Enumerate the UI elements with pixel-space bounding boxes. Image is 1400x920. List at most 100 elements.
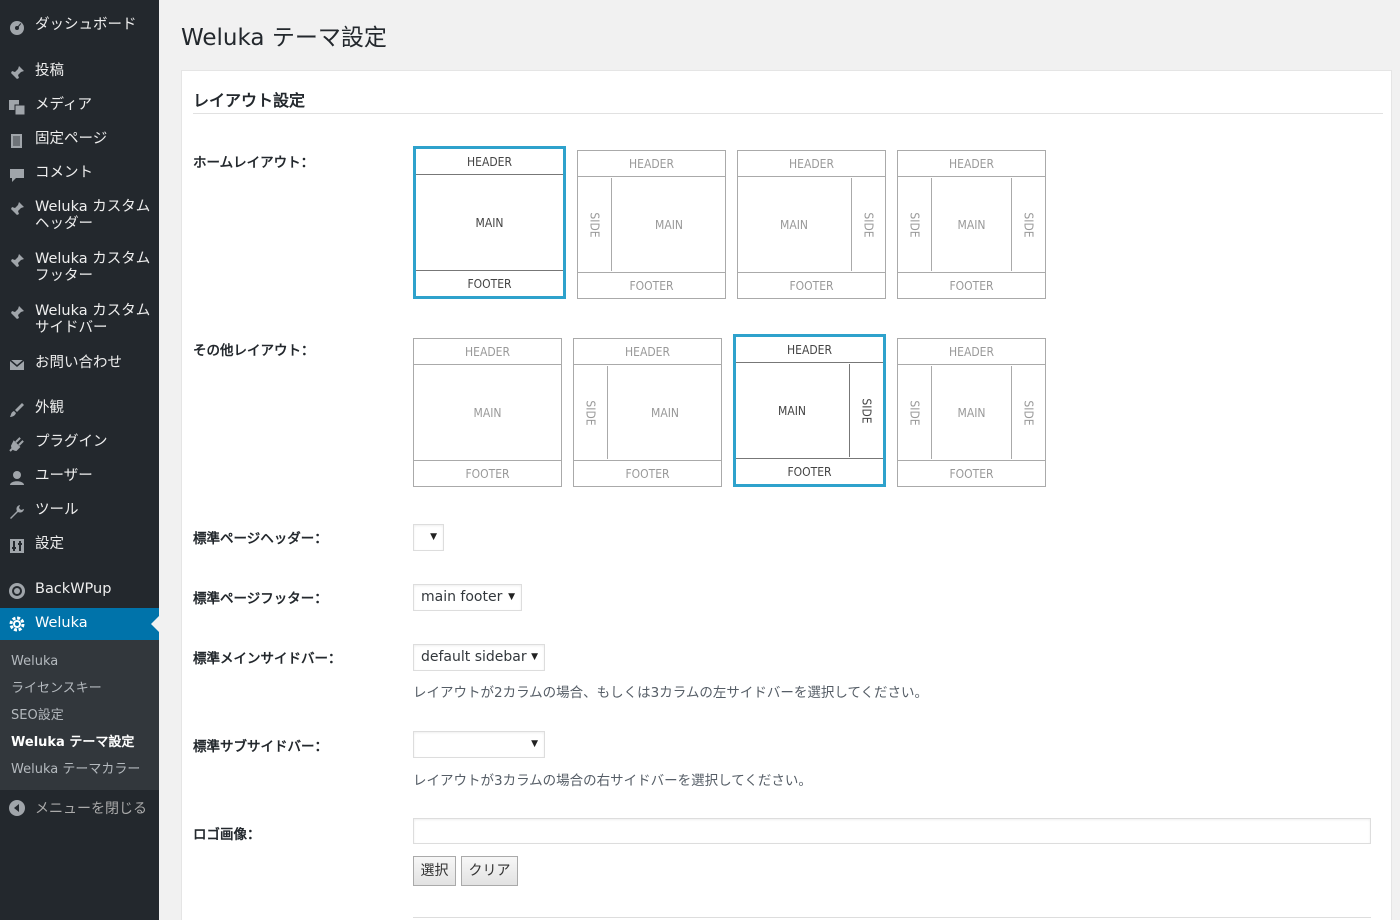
home-layout-option-both-sides[interactable]: HEADER SIDE MAIN SIDE FOOTER [897, 150, 1046, 299]
pin-icon [10, 306, 24, 320]
sidebar-item-label: Weluka カスタムヘッダー [35, 199, 151, 232]
section-title: レイアウト設定 [193, 91, 306, 110]
sidebar-item-label: お問い合わせ [35, 355, 122, 371]
submenu-item-theme-settings[interactable]: Weluka テーマ設定 [11, 735, 134, 751]
other-layout-option-1col[interactable]: HEADER MAIN FOOTER [413, 338, 562, 487]
clear-logo-button[interactable]: クリア [461, 856, 518, 886]
sidebar-item-label: 固定ページ [35, 131, 108, 147]
layout-main-region: MAIN [957, 217, 986, 232]
main-sidebar-label: 標準メインサイドバー： [193, 651, 342, 667]
sidebar-item-label: プラグイン [35, 434, 108, 450]
layout-footer-region: FOOTER [416, 270, 563, 296]
collapse-menu-button[interactable]: メニューを閉じる [0, 798, 159, 820]
sidebar-item-weluka[interactable]: Weluka [0, 608, 159, 640]
layout-header-region: HEADER [414, 339, 561, 365]
sidebar-item-label: 投稿 [35, 63, 64, 79]
wrench-icon [10, 505, 24, 519]
select-logo-button[interactable]: 選択 [413, 856, 456, 886]
sidebar-item-label: 外観 [35, 400, 64, 416]
layout-main-region: MAIN [780, 217, 808, 232]
pin-icon [10, 202, 24, 216]
active-menu-notch [151, 616, 159, 632]
layout-footer-region: FOOTER [736, 458, 883, 484]
layout-side-region: SIDE [1011, 366, 1045, 459]
settings-icon [10, 539, 24, 553]
layout-header-region: HEADER [898, 339, 1045, 365]
layout-side-region: SIDE [574, 366, 608, 459]
submenu-item-weluka[interactable]: Weluka [11, 654, 58, 670]
home-layout-option-left-side[interactable]: HEADER SIDE MAIN FOOTER [577, 150, 726, 299]
layout-main-region: MAIN [475, 215, 504, 230]
submenu-item-license-key[interactable]: ライセンスキー [11, 681, 102, 697]
backwpup-icon [9, 583, 25, 599]
gear-icon [9, 616, 25, 632]
sidebar-item-label: Weluka [35, 615, 88, 631]
layout-side-region: SIDE [578, 178, 612, 271]
main-sidebar-value: default sidebar [421, 649, 527, 665]
sidebar-item-label: ダッシュボード [35, 17, 137, 33]
settings-panel: レイアウト設定 ホームレイアウト： HEADER MAIN FOOTER HEA… [181, 70, 1392, 920]
layout-header-region: HEADER [574, 339, 721, 365]
layout-header-region: HEADER [416, 149, 563, 175]
home-layout-option-1col[interactable]: HEADER MAIN FOOTER [413, 146, 566, 299]
sub-sidebar-select[interactable]: ▼ [413, 731, 545, 758]
layout-footer-region: FOOTER [738, 272, 885, 298]
sidebar-item-label: コメント [35, 165, 93, 181]
submenu-item-seo[interactable]: SEO設定 [11, 708, 64, 724]
layout-footer-region: FOOTER [578, 272, 725, 298]
user-icon [10, 471, 24, 485]
chevron-down-icon: ▼ [508, 592, 515, 602]
home-layout-label: ホームレイアウト： [193, 155, 315, 171]
other-layout-option-right-side[interactable]: HEADER MAIN SIDE FOOTER [733, 334, 886, 487]
page-footer-select[interactable]: main footer ▼ [413, 584, 522, 611]
sidebar-item-label: Weluka カスタムサイドバー [35, 303, 151, 336]
home-layout-option-right-side[interactable]: HEADER MAIN SIDE FOOTER [737, 150, 886, 299]
layout-side-region: SIDE [851, 178, 885, 271]
layout-header-region: HEADER [738, 151, 885, 177]
layout-footer-region: FOOTER [898, 272, 1045, 298]
layout-header-region: HEADER [898, 151, 1045, 177]
main-sidebar-select[interactable]: default sidebar ▼ [413, 644, 545, 671]
page-header-select[interactable]: ▼ [413, 524, 444, 551]
layout-main-region: MAIN [651, 405, 679, 420]
mail-icon [9, 359, 25, 370]
media-icon [9, 100, 26, 116]
comment-icon [10, 169, 24, 182]
other-layout-label: その他レイアウト： [193, 343, 315, 359]
layout-footer-region: FOOTER [574, 460, 721, 486]
sidebar-item-label: ツール [35, 502, 79, 518]
layout-main-region: MAIN [957, 405, 986, 420]
layout-footer-region: FOOTER [898, 460, 1045, 486]
other-layout-option-left-side[interactable]: HEADER SIDE MAIN FOOTER [573, 338, 722, 487]
logo-url-input[interactable] [413, 818, 1371, 844]
layout-header-region: HEADER [578, 151, 725, 177]
page-footer-label: 標準ページフッター： [193, 591, 328, 607]
layout-side-region: SIDE [849, 364, 883, 457]
sub-sidebar-description: レイアウトが3カラムの場合の右サイドバーを選択してください。 [413, 773, 812, 789]
sidebar-item-label: メディア [35, 97, 92, 113]
sidebar-item-label: ユーザー [35, 468, 93, 484]
page-icon [11, 134, 22, 148]
admin-sidebar: ダッシュボード 投稿 メディア 固定ページ コメント Weluka カスタムヘッ… [0, 0, 159, 920]
section-divider [193, 113, 1383, 114]
chevron-down-icon: ▼ [531, 652, 538, 662]
page-header-label: 標準ページヘッダー： [193, 531, 328, 547]
layout-main-region: MAIN [655, 217, 683, 232]
layout-side-region: SIDE [898, 178, 932, 271]
submenu-item-theme-color[interactable]: Weluka テーマカラー [11, 762, 140, 778]
page-title: Weluka テーマ設定 [181, 25, 387, 51]
pin-icon [10, 254, 24, 268]
collapse-menu-label: メニューを閉じる [35, 801, 147, 817]
plugin-icon [9, 437, 24, 452]
chevron-down-icon: ▼ [531, 739, 538, 749]
layout-main-region: MAIN [778, 403, 806, 418]
other-layout-option-both-sides[interactable]: HEADER SIDE MAIN SIDE FOOTER [897, 338, 1046, 487]
layout-header-region: HEADER [736, 337, 883, 363]
sidebar-item-label: 設定 [35, 536, 64, 552]
layout-side-region: SIDE [898, 366, 932, 459]
collapse-arrow-icon [9, 800, 25, 816]
layout-main-region: MAIN [473, 405, 502, 420]
sidebar-item-label: Weluka カスタムフッター [35, 251, 151, 284]
sidebar-item-label: BackWPup [35, 581, 112, 597]
layout-footer-region: FOOTER [414, 460, 561, 486]
